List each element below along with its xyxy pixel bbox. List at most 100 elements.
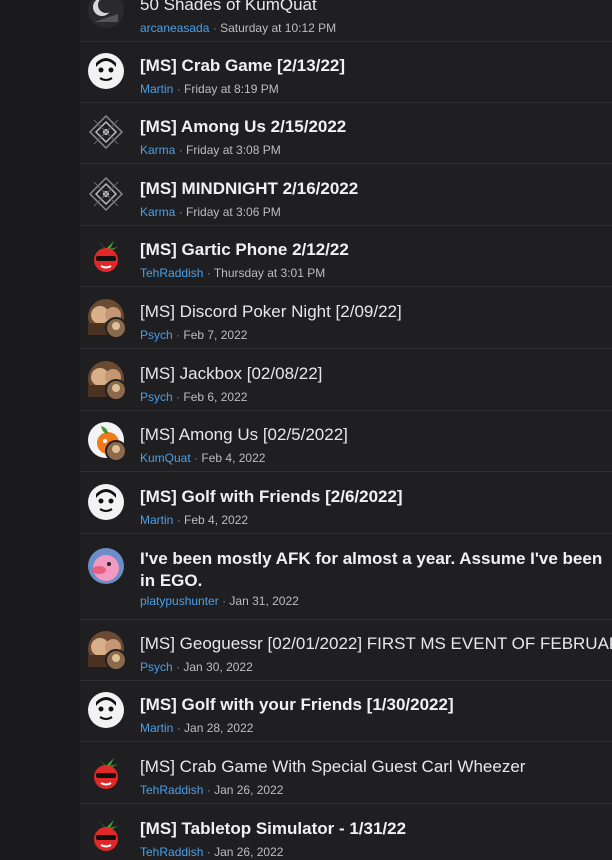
thread-time[interactable]: Saturday at 10:12 PM (220, 21, 336, 35)
thread-author[interactable]: Martin (140, 82, 173, 96)
left-sidebar (0, 0, 81, 860)
thread-author[interactable]: Martin (140, 513, 173, 527)
thread-row[interactable]: [MS] MINDNIGHT 2/16/2022 Karma · Friday … (80, 165, 612, 226)
geometric-emblem-icon[interactable] (88, 176, 124, 212)
participant-avatar-icon (105, 649, 127, 671)
thread-time[interactable]: Feb 4, 2022 (184, 513, 248, 527)
thread-time[interactable]: Friday at 8:19 PM (184, 82, 279, 96)
thread-time[interactable]: Thursday at 3:01 PM (214, 266, 325, 280)
thread-title[interactable]: [MS] Golf with Friends [2/6/2022] (140, 486, 612, 508)
radish-icon[interactable] (88, 237, 124, 273)
pink-platypus-icon[interactable] (88, 548, 124, 584)
thread-author[interactable]: platypushunter (140, 594, 219, 608)
thread-title[interactable]: I've been mostly AFK for almost a year. … (140, 548, 612, 592)
cartoon-face-icon[interactable] (88, 53, 124, 89)
meta-separator: · (176, 513, 181, 527)
thread-title[interactable]: [MS] Crab Game With Special Guest Carl W… (140, 756, 612, 778)
thread-row[interactable]: [MS] Jackbox [02/08/22] Psych · Feb 6, 2… (80, 350, 612, 411)
thread-author[interactable]: TehRaddish (140, 266, 203, 280)
thread-author[interactable]: KumQuat (140, 451, 191, 465)
thread-title[interactable]: [MS] Discord Poker Night [2/09/22] (140, 301, 612, 323)
thread-meta: TehRaddish · Jan 26, 2022 (140, 782, 283, 798)
thread-row[interactable]: [MS] Among Us 2/15/2022 Karma · Friday a… (80, 103, 612, 164)
thread-row[interactable]: 50 Shades of KumQuat arcaneasada · Satur… (80, 0, 612, 42)
thread-meta: arcaneasada · Saturday at 10:12 PM (140, 20, 336, 36)
cartoon-face-icon[interactable] (88, 692, 124, 728)
thread-row[interactable]: [MS] Among Us [02/5/2022] KumQuat · Feb … (80, 411, 612, 472)
thread-list: 50 Shades of KumQuat arcaneasada · Satur… (80, 0, 612, 860)
thread-author[interactable]: TehRaddish (140, 845, 203, 859)
moon-icon[interactable] (88, 0, 124, 28)
cartoon-face-icon[interactable] (88, 484, 124, 520)
thread-title[interactable]: [MS] Geoguessr [02/01/2022] FIRST MS EVE… (140, 633, 612, 655)
thread-meta: platypushunter · Jan 31, 2022 (140, 593, 299, 609)
meta-separator: · (206, 266, 211, 280)
meta-separator: · (176, 390, 181, 404)
geometric-emblem-icon[interactable] (88, 114, 124, 150)
thread-row[interactable]: [MS] Gartic Phone 2/12/22 TehRaddish · T… (80, 226, 612, 287)
kumquat-icon[interactable] (88, 422, 127, 462)
meta-separator: · (222, 594, 227, 608)
radish-icon[interactable] (88, 816, 124, 852)
thread-meta: Psych · Jan 30, 2022 (140, 659, 253, 675)
participant-avatar-icon (105, 379, 127, 401)
thread-row[interactable]: I've been mostly AFK for almost a year. … (80, 535, 612, 620)
thread-time[interactable]: Jan 31, 2022 (229, 594, 298, 608)
meta-separator: · (206, 783, 211, 797)
photo-pair-icon[interactable] (88, 631, 127, 671)
thread-title[interactable]: [MS] Among Us 2/15/2022 (140, 116, 612, 138)
thread-time[interactable]: Feb 4, 2022 (201, 451, 265, 465)
meta-separator: · (206, 845, 211, 859)
meta-separator: · (212, 21, 217, 35)
meta-separator: · (176, 660, 181, 674)
thread-time[interactable]: Friday at 3:06 PM (186, 205, 281, 219)
photo-pair-icon[interactable] (88, 299, 127, 339)
thread-author[interactable]: Psych (140, 660, 173, 674)
thread-meta: Psych · Feb 7, 2022 (140, 327, 247, 343)
thread-time[interactable]: Feb 6, 2022 (183, 390, 247, 404)
thread-row[interactable]: [MS] Tabletop Simulator - 1/31/22 TehRad… (80, 805, 612, 860)
meta-separator: · (176, 721, 181, 735)
thread-meta: Martin · Feb 4, 2022 (140, 512, 248, 528)
thread-author[interactable]: arcaneasada (140, 21, 209, 35)
thread-author[interactable]: Karma (140, 143, 175, 157)
thread-row[interactable]: [MS] Golf with Friends [2/6/2022] Martin… (80, 473, 612, 534)
thread-row[interactable]: [MS] Discord Poker Night [2/09/22] Psych… (80, 288, 612, 349)
thread-row[interactable]: [MS] Crab Game With Special Guest Carl W… (80, 743, 612, 804)
thread-title[interactable]: [MS] Crab Game [2/13/22] (140, 55, 612, 77)
thread-author[interactable]: Martin (140, 721, 173, 735)
thread-time[interactable]: Jan 30, 2022 (183, 660, 252, 674)
thread-row[interactable]: [MS] Golf with your Friends [1/30/2022] … (80, 681, 612, 742)
thread-title[interactable]: [MS] Gartic Phone 2/12/22 (140, 239, 612, 261)
thread-title[interactable]: [MS] Tabletop Simulator - 1/31/22 (140, 818, 612, 840)
radish-icon[interactable] (88, 754, 124, 790)
thread-row[interactable]: [MS] Crab Game [2/13/22] Martin · Friday… (80, 42, 612, 103)
meta-separator: · (176, 82, 181, 96)
meta-separator: · (178, 205, 183, 219)
thread-author[interactable]: TehRaddish (140, 783, 203, 797)
thread-author[interactable]: Psych (140, 390, 173, 404)
thread-time[interactable]: Jan 26, 2022 (214, 783, 283, 797)
photo-pair-icon[interactable] (88, 361, 127, 401)
thread-author[interactable]: Psych (140, 328, 173, 342)
thread-time[interactable]: Feb 7, 2022 (183, 328, 247, 342)
thread-title[interactable]: [MS] Jackbox [02/08/22] (140, 363, 612, 385)
thread-meta: Martin · Friday at 8:19 PM (140, 81, 279, 97)
meta-separator: · (194, 451, 199, 465)
thread-title[interactable]: [MS] MINDNIGHT 2/16/2022 (140, 178, 612, 200)
thread-meta: KumQuat · Feb 4, 2022 (140, 450, 265, 466)
thread-title[interactable]: [MS] Golf with your Friends [1/30/2022] (140, 694, 612, 716)
thread-time[interactable]: Jan 26, 2022 (214, 845, 283, 859)
thread-author[interactable]: Karma (140, 205, 175, 219)
thread-meta: Psych · Feb 6, 2022 (140, 389, 247, 405)
thread-meta: TehRaddish · Thursday at 3:01 PM (140, 265, 325, 281)
thread-meta: TehRaddish · Jan 26, 2022 (140, 844, 283, 860)
thread-time[interactable]: Jan 28, 2022 (184, 721, 253, 735)
thread-time[interactable]: Friday at 3:08 PM (186, 143, 281, 157)
thread-row[interactable]: [MS] Geoguessr [02/01/2022] FIRST MS EVE… (80, 620, 612, 681)
meta-separator: · (178, 143, 183, 157)
thread-meta: Martin · Jan 28, 2022 (140, 720, 253, 736)
participant-avatar-icon (105, 440, 127, 462)
thread-title[interactable]: 50 Shades of KumQuat (140, 0, 612, 16)
thread-title[interactable]: [MS] Among Us [02/5/2022] (140, 424, 612, 446)
